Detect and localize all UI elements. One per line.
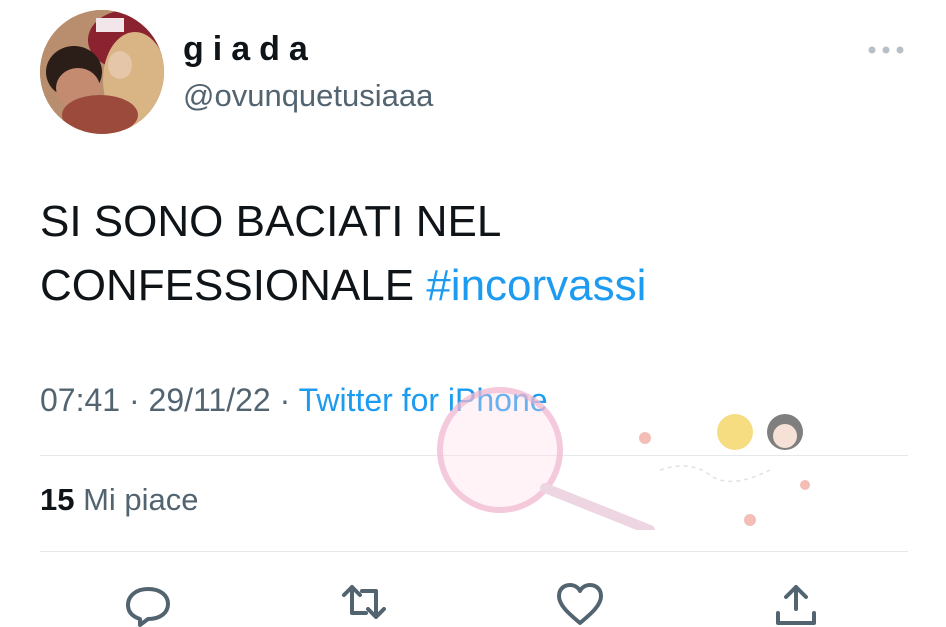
retweet-icon (342, 585, 386, 619)
hashtag-link[interactable]: #incorvassi (426, 261, 646, 310)
more-icon (868, 46, 904, 54)
tweet-action-bar (0, 575, 946, 627)
more-options-button[interactable] (864, 36, 908, 64)
likes-count-link[interactable]: 15 Mi piace (40, 482, 199, 518)
retweet-button[interactable] (336, 579, 392, 627)
reply-icon (126, 587, 170, 627)
share-button[interactable] (768, 579, 824, 627)
tweet-time[interactable]: 07:41 (40, 382, 120, 418)
likes-count: 15 (40, 482, 75, 517)
tweet-text-word: CONFESSIONALE (40, 261, 415, 310)
share-icon (776, 585, 816, 625)
divider (40, 455, 908, 456)
meta-separator: · (128, 382, 140, 418)
tweet-text: SI SONO BACIATI NEL CONFESSIONALE #incor… (40, 190, 910, 318)
like-button[interactable] (552, 579, 608, 627)
reply-button[interactable] (120, 579, 176, 627)
divider (40, 551, 908, 552)
tweet-text-line-1: SI SONO BACIATI NEL (40, 197, 502, 246)
meta-separator: · (279, 382, 291, 418)
tweet-text-line-2: CONFESSIONALE #incorvassi (40, 254, 910, 318)
display-name[interactable]: giada (183, 30, 317, 69)
tweet-source-link[interactable]: Twitter for iPhone (299, 382, 548, 418)
user-handle[interactable]: @ovunquetusiaaa (183, 78, 433, 114)
tweet-meta: 07:41 · 29/11/22 · Twitter for iPhone (40, 382, 548, 419)
avatar-image (40, 10, 164, 134)
avatar[interactable] (40, 10, 164, 134)
like-icon (557, 583, 603, 625)
tweet-date[interactable]: 29/11/22 (149, 382, 271, 418)
likes-label: Mi piace (83, 482, 199, 517)
